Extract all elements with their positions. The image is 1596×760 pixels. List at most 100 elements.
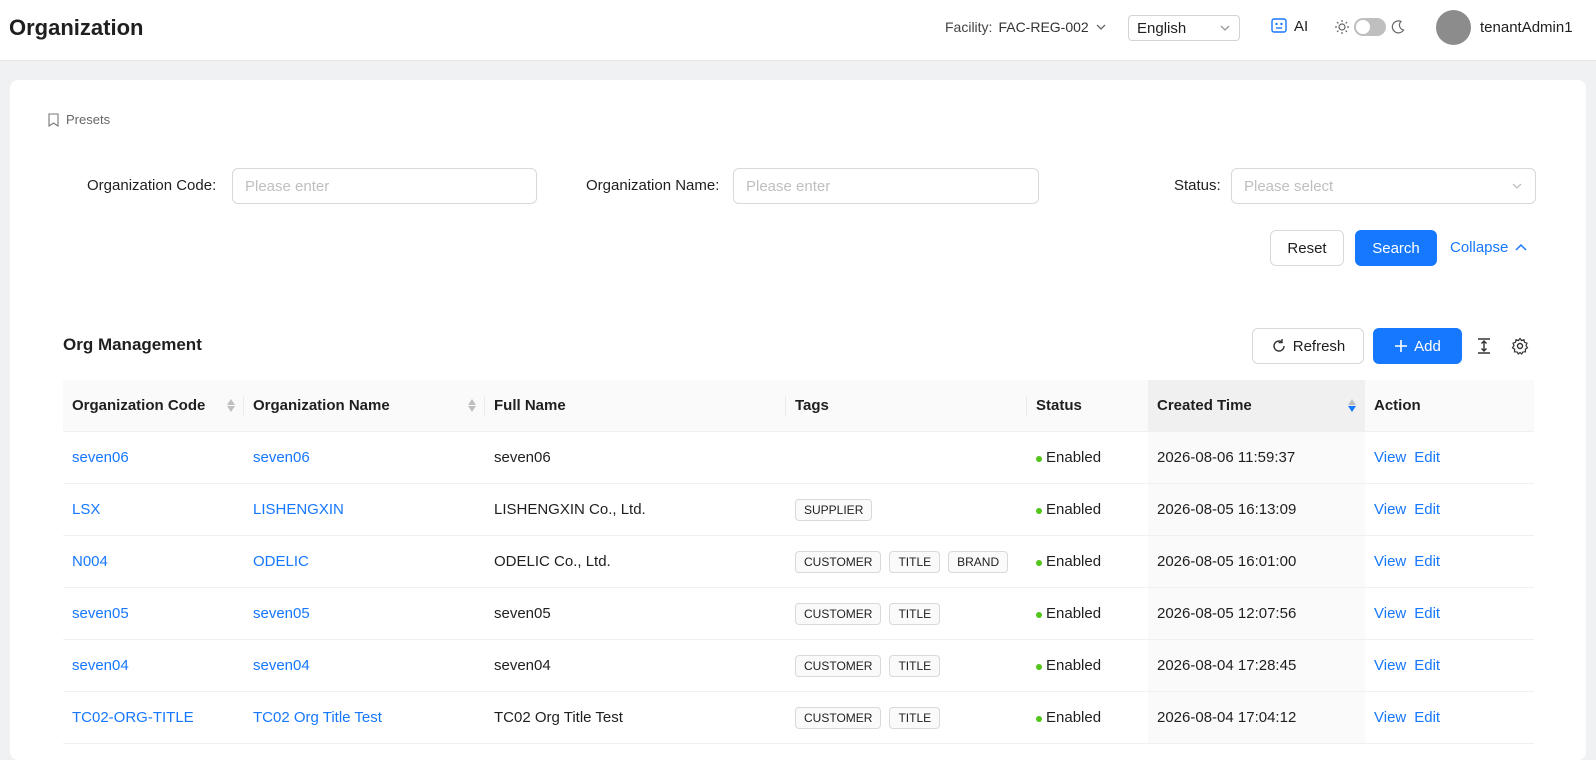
status-select[interactable]: Please select: [1231, 168, 1536, 204]
column-header-label: Created Time: [1157, 397, 1252, 414]
status-dot: [1036, 716, 1042, 722]
reset-button[interactable]: Reset: [1270, 230, 1344, 266]
status-badge: Enabled: [1036, 709, 1101, 726]
column-header-label: Action: [1374, 397, 1421, 414]
column-header-status: Status: [1027, 380, 1148, 431]
add-button[interactable]: Add: [1373, 328, 1462, 364]
status-label: Status:: [1174, 177, 1221, 194]
status-dot: [1036, 560, 1042, 566]
full-name: ODELIC Co., Ltd.: [494, 553, 611, 570]
view-link[interactable]: View: [1374, 709, 1406, 726]
column-header-org-name[interactable]: Organization Name: [244, 380, 485, 431]
status-badge: Enabled: [1036, 501, 1101, 518]
facility-label: Facility:: [945, 19, 993, 35]
org-code-label: Organization Code:: [87, 177, 217, 194]
org-name-link[interactable]: seven05: [253, 605, 310, 622]
org-code-link[interactable]: TC02-ORG-TITLE: [72, 709, 194, 726]
sort-icon[interactable]: [1348, 399, 1356, 412]
org-name-link[interactable]: TC02 Org Title Test: [253, 709, 382, 726]
tag-badge: CUSTOMER: [795, 550, 882, 573]
facility-value: FAC-REG-002: [998, 19, 1089, 35]
bookmark-icon: [48, 112, 59, 127]
collapse-link[interactable]: Collapse: [1450, 239, 1528, 256]
tags-cell: CUSTOMER TITLE: [786, 640, 1027, 691]
section-title: Org Management: [63, 335, 202, 354]
language-value: English: [1137, 19, 1187, 37]
sun-icon: [1335, 20, 1349, 34]
table-row: N004 ODELIC ODELIC Co., Ltd. CUSTOMER TIT…: [63, 536, 1534, 588]
org-code-link[interactable]: seven06: [72, 449, 129, 466]
created-time: 2026-08-04 17:04:12: [1157, 709, 1297, 726]
org-table: Organization Code Organization Name Full…: [63, 380, 1534, 744]
tag-badge: CUSTOMER: [795, 706, 882, 729]
username[interactable]: tenantAdmin1: [1480, 19, 1573, 36]
sort-icon[interactable]: [227, 399, 235, 412]
robot-icon: [1271, 18, 1287, 33]
org-code-link[interactable]: LSX: [72, 501, 100, 518]
view-link[interactable]: View: [1374, 553, 1406, 570]
column-header-created-time[interactable]: Created Time: [1148, 380, 1365, 431]
tag-badge: TITLE: [889, 654, 941, 677]
status-dot: [1036, 664, 1042, 670]
full-name: seven06: [494, 449, 551, 466]
view-link[interactable]: View: [1374, 501, 1406, 518]
tag-badge: BRAND: [948, 550, 1009, 573]
column-header-label: Organization Code: [72, 397, 206, 414]
org-code-placeholder: Please enter: [245, 177, 330, 195]
ai-label: AI: [1294, 17, 1309, 35]
full-name: TC02 Org Title Test: [494, 709, 623, 726]
created-time: 2026-08-05 16:01:00: [1157, 553, 1297, 570]
column-header-label: Full Name: [494, 397, 566, 414]
chevron-up-icon: [1515, 243, 1527, 251]
tags-cell: CUSTOMER TITLE: [786, 588, 1027, 639]
collapse-label: Collapse: [1450, 239, 1509, 256]
view-link[interactable]: View: [1374, 605, 1406, 622]
org-name-link[interactable]: seven04: [253, 657, 310, 674]
refresh-button[interactable]: Refresh: [1252, 328, 1364, 364]
created-time: 2026-08-04 17:28:45: [1157, 657, 1297, 674]
presets-button[interactable]: Presets: [47, 112, 110, 127]
avatar[interactable]: [1436, 10, 1471, 45]
tags-cell: CUSTOMER TITLE: [786, 692, 1027, 743]
edit-link[interactable]: Edit: [1414, 657, 1440, 674]
edit-link[interactable]: Edit: [1414, 605, 1440, 622]
org-code-input[interactable]: Please enter: [232, 168, 537, 204]
top-header: Organization Facility: FAC-REG-002 Engli…: [0, 0, 1596, 61]
theme-toggle[interactable]: [1354, 18, 1386, 36]
view-link[interactable]: View: [1374, 449, 1406, 466]
language-select[interactable]: English: [1128, 15, 1240, 41]
table-header: Organization Code Organization Name Full…: [63, 380, 1534, 432]
settings-icon[interactable]: [1510, 336, 1530, 356]
org-code-link[interactable]: seven04: [72, 657, 129, 674]
edit-link[interactable]: Edit: [1414, 501, 1440, 518]
org-name-link[interactable]: ODELIC: [253, 553, 309, 570]
tag-badge: SUPPLIER: [795, 498, 873, 521]
edit-link[interactable]: Edit: [1414, 553, 1440, 570]
org-code-link[interactable]: N004: [72, 553, 108, 570]
sort-icon[interactable]: [468, 399, 476, 412]
org-name-link[interactable]: LISHENGXIN: [253, 501, 344, 518]
tag-badge: CUSTOMER: [795, 654, 882, 677]
table-row: TC02-ORG-TITLE TC02 Org Title Test TC02 …: [63, 692, 1534, 744]
ai-button[interactable]: AI: [1270, 17, 1308, 35]
tag-badge: TITLE: [889, 550, 941, 573]
search-button[interactable]: Search: [1355, 230, 1437, 266]
column-height-icon[interactable]: [1474, 336, 1494, 356]
plus-icon: [1395, 340, 1408, 352]
status-dot: [1036, 508, 1042, 514]
org-name-link[interactable]: seven06: [253, 449, 310, 466]
full-name: seven05: [494, 605, 551, 622]
add-label: Add: [1414, 337, 1441, 355]
moon-icon: [1391, 20, 1405, 34]
column-header-action: Action: [1365, 380, 1534, 431]
page-title: Organization: [9, 15, 144, 40]
tag-badge: TITLE: [889, 602, 941, 625]
facility-selector[interactable]: Facility: FAC-REG-002: [945, 19, 1107, 35]
table-row: seven05 seven05 seven05 CUSTOMER TITLE En…: [63, 588, 1534, 640]
edit-link[interactable]: Edit: [1414, 709, 1440, 726]
view-link[interactable]: View: [1374, 657, 1406, 674]
org-code-link[interactable]: seven05: [72, 605, 129, 622]
column-header-org-code[interactable]: Organization Code: [63, 380, 244, 431]
org-name-input[interactable]: Please enter: [733, 168, 1039, 204]
edit-link[interactable]: Edit: [1414, 449, 1440, 466]
